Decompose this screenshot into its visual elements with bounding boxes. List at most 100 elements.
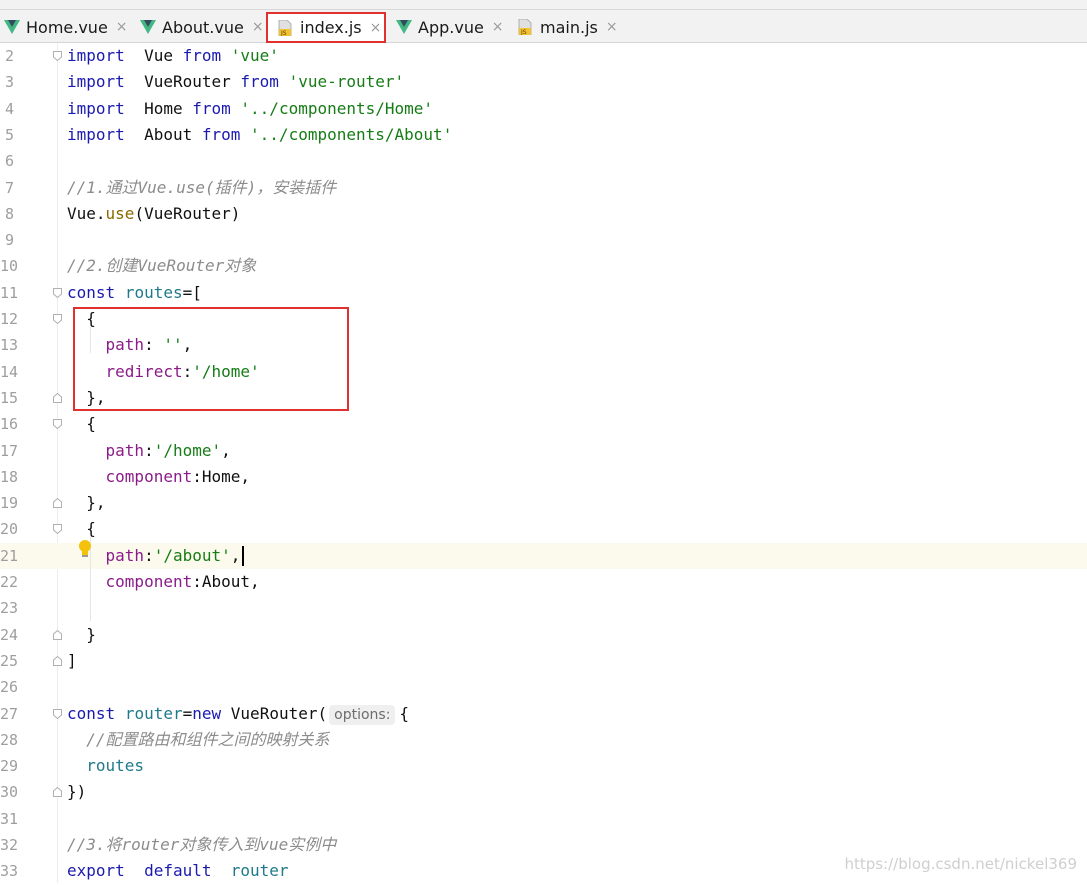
code-text[interactable]: } — [67, 622, 96, 648]
close-icon[interactable]: × — [116, 19, 128, 35]
close-icon[interactable]: × — [606, 19, 618, 35]
line-number: 10 — [0, 257, 19, 276]
line-number: 28 — [0, 730, 19, 749]
line-number: 27 — [0, 704, 19, 723]
code-line[interactable]: 18 component:Home, — [0, 464, 1087, 490]
fold-marker-icon[interactable] — [53, 419, 62, 430]
tab-about-vue[interactable]: About.vue × — [140, 12, 264, 42]
code-line[interactable]: 10 //2.创建VueRouter对象 — [0, 253, 1087, 279]
code-line[interactable]: 31 — [0, 806, 1087, 832]
line-number: 4 — [4, 99, 14, 118]
code-token: from — [192, 98, 231, 118]
code-token: :Home, — [192, 466, 251, 486]
code-token: { — [67, 414, 96, 434]
code-line[interactable]: 3 import VueRouter from 'vue-router' — [0, 69, 1087, 95]
tab-index-js[interactable]: JS index.js × — [266, 12, 386, 43]
code-token: ] — [67, 650, 77, 670]
code-text[interactable]: //3.将router对象传入到vue实例中 — [67, 832, 336, 858]
code-line[interactable]: 23 — [0, 595, 1087, 621]
code-text[interactable]: import Home from '../components/Home' — [67, 96, 433, 122]
fold-marker-icon[interactable] — [53, 287, 62, 298]
code-text[interactable]: const routes=[ — [67, 280, 202, 306]
code-text[interactable]: Vue.use(VueRouter) — [67, 201, 240, 227]
code-line[interactable]: 27 const router=new VueRouter(options:{ — [0, 701, 1087, 727]
code-line[interactable]: 26 — [0, 674, 1087, 700]
tab-main-js[interactable]: JS main.js × — [518, 12, 618, 42]
line-number: 23 — [0, 599, 19, 618]
close-icon[interactable]: × — [492, 19, 504, 35]
code-line[interactable]: 2 import Vue from 'vue' — [0, 43, 1087, 69]
close-icon[interactable]: × — [370, 20, 382, 36]
close-icon[interactable]: × — [252, 19, 264, 35]
code-line[interactable]: 24 } — [0, 622, 1087, 648]
code-line[interactable]: 16 { — [0, 411, 1087, 437]
fold-marker-icon[interactable] — [53, 708, 62, 719]
code-line[interactable]: 21 path:'/about', — [0, 542, 1087, 569]
fold-marker-icon[interactable] — [53, 314, 62, 324]
code-token: import — [67, 98, 125, 118]
code-text[interactable]: //2.创建VueRouter对象 — [67, 253, 256, 279]
fold-marker-icon[interactable] — [53, 498, 62, 509]
code-token: About — [124, 124, 202, 144]
text-cursor — [242, 546, 245, 567]
code-text[interactable]: export default router — [67, 858, 289, 884]
code-line[interactable]: 9 — [0, 227, 1087, 253]
code-line[interactable]: 4 import Home from '../components/Home' — [0, 96, 1087, 122]
code-line[interactable]: 22 component:About, — [0, 569, 1087, 595]
line-number: 6 — [4, 152, 14, 171]
code-line[interactable]: 17 path:'/home', — [0, 438, 1087, 464]
lightbulb-icon[interactable] — [77, 539, 93, 559]
code-text[interactable]: import Vue from 'vue' — [67, 43, 279, 69]
code-line[interactable]: 28 //配置路由和组件之间的映射关系 — [0, 727, 1087, 753]
code-line[interactable]: 6 — [0, 148, 1087, 174]
code-text[interactable]: //配置路由和组件之间的映射关系 — [67, 727, 329, 753]
line-number: 26 — [0, 678, 19, 697]
code-text[interactable]: path:'/about', — [67, 543, 245, 569]
line-number: 3 — [4, 73, 14, 92]
code-line[interactable]: 11 const routes=[ — [0, 280, 1087, 306]
code-line[interactable]: 19 }, — [0, 490, 1087, 516]
code-text[interactable]: //1.通过Vue.use(插件)，安装插件 — [67, 175, 336, 201]
code-text[interactable]: routes — [67, 753, 144, 779]
code-text[interactable]: ] — [67, 648, 77, 674]
code-text[interactable]: { — [67, 411, 96, 437]
fold-marker-icon[interactable] — [53, 629, 62, 640]
code-text[interactable]: }) — [67, 779, 86, 805]
fold-marker-icon[interactable] — [53, 524, 62, 535]
code-line[interactable]: 25] — [0, 648, 1087, 674]
js-icon-text: JS — [520, 29, 527, 35]
code-token: }) — [67, 782, 87, 802]
code-text[interactable]: component:About, — [67, 569, 260, 595]
tab-app-vue[interactable]: App.vue × — [396, 12, 504, 42]
code-text[interactable]: path:'/home', — [67, 438, 231, 464]
code-line[interactable]: 30}) — [0, 779, 1087, 805]
tab-home-vue[interactable]: Home.vue × — [4, 12, 128, 42]
code-token: const — [67, 703, 116, 723]
code-text[interactable]: }, — [67, 490, 105, 516]
code-text[interactable]: component:Home, — [67, 464, 251, 490]
code-line[interactable]: 8 Vue.use(VueRouter) — [0, 201, 1087, 227]
line-number: 32 — [0, 836, 19, 854]
code-text[interactable]: import About from '../components/About' — [67, 122, 452, 148]
code-token: } — [67, 624, 96, 644]
fold-marker-icon[interactable] — [53, 51, 62, 61]
code-token: default — [144, 861, 212, 881]
code-text[interactable]: import VueRouter from 'vue-router' — [67, 69, 404, 95]
line-number: 13 — [0, 336, 19, 355]
fold-marker-icon[interactable] — [53, 787, 62, 798]
code-line[interactable]: 29 routes — [0, 753, 1087, 779]
fold-marker-icon[interactable] — [53, 655, 62, 666]
code-text[interactable]: const router=new VueRouter(options:{ — [67, 701, 409, 727]
code-line[interactable]: 20 { — [0, 516, 1087, 542]
code-token: const — [67, 282, 116, 302]
code-line[interactable]: 5 import About from '../components/About' — [0, 122, 1087, 148]
code-editor[interactable]: 2 import Vue from 'vue' 3 import VueRouter … — [0, 43, 1087, 883]
code-line[interactable]: 7 //1.通过Vue.use(插件)，安装插件 — [0, 175, 1087, 201]
fold-marker-icon[interactable] — [53, 392, 62, 403]
